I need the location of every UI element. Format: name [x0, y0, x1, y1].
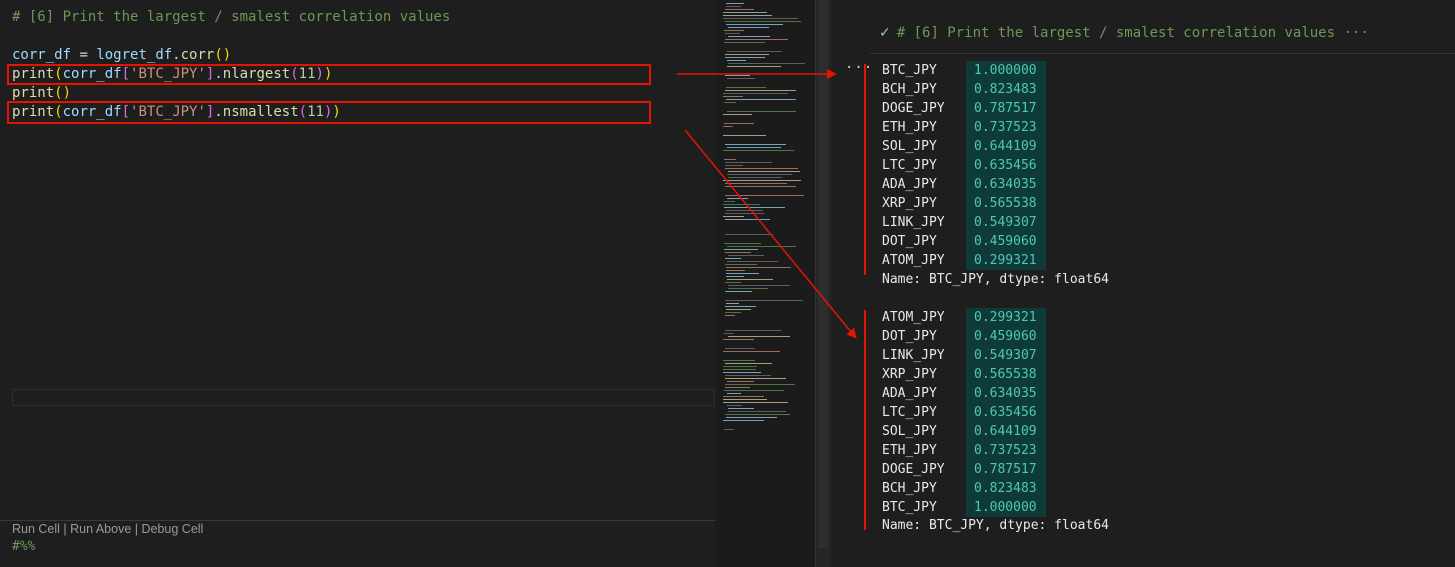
arrow-nsmallest	[684, 129, 857, 339]
annotation-arrows	[677, 69, 857, 339]
